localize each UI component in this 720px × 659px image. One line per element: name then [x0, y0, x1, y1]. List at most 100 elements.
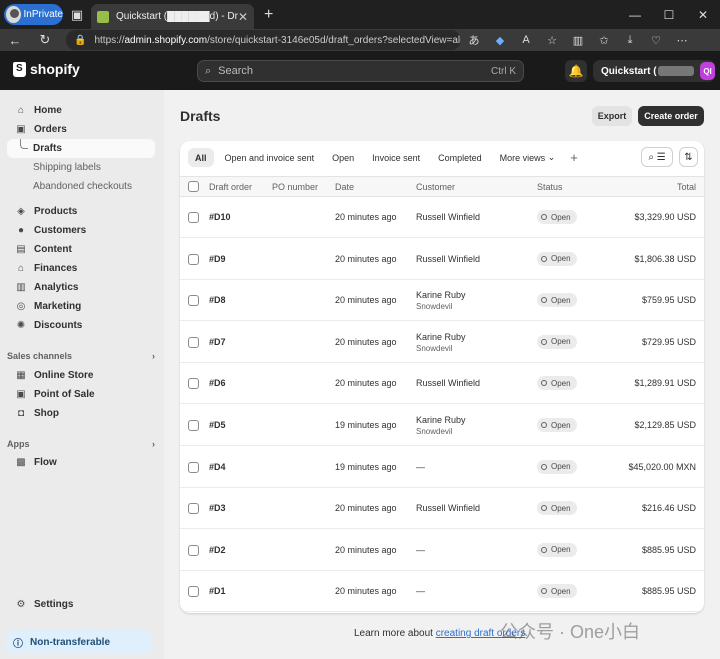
table-row[interactable]: #D6 20 minutes ago Russell Winfield Open $1,… — [180, 363, 704, 405]
url-field[interactable]: 🔒 https://admin.shopify.com/store/quicks… — [66, 30, 461, 50]
draft-date: 20 minutes ago — [335, 212, 397, 222]
inprivate-badge[interactable]: InPrivate — [4, 4, 63, 25]
sidebar-item-shipping-labels[interactable]: Shipping labels — [7, 158, 155, 177]
favorites-icon[interactable]: ✩ — [591, 34, 617, 47]
sidebar-item-products[interactable]: ◈ Products — [7, 202, 155, 221]
draft-order-id[interactable]: #D5 — [209, 420, 226, 430]
table-row[interactable]: #D8 20 minutes ago Karine Ruby Snowdevil Ope… — [180, 280, 704, 322]
table-row[interactable]: #D2 20 minutes ago — Open $885.95 USD — [180, 530, 704, 571]
col-date[interactable]: Date — [335, 182, 354, 192]
more-menu-icon[interactable]: ⋯ — [669, 34, 695, 47]
sidebar-label: Products — [34, 206, 78, 217]
sort-button[interactable]: ⇅ — [679, 147, 698, 167]
table-row[interactable]: #D5 19 minutes ago Karine Ruby Snowdevil Ope… — [180, 405, 704, 446]
favorite-star-icon[interactable]: ☆ — [539, 34, 565, 47]
draft-order-id[interactable]: #D6 — [209, 378, 226, 388]
tab-actions-icon[interactable]: ▣ — [63, 0, 91, 29]
sidebar-item-shop[interactable]: ◘ Shop — [7, 404, 155, 423]
non-transferable-banner[interactable]: ⓘ Non-transferable — [6, 630, 151, 654]
row-checkbox[interactable] — [188, 378, 199, 390]
close-window-icon[interactable]: ✕ — [686, 8, 720, 22]
sidebar-item-settings[interactable]: ⚙ Settings — [7, 595, 155, 614]
shopify-logo[interactable]: shopify — [13, 61, 80, 77]
sidebar-item-drafts[interactable]: Drafts — [7, 139, 155, 158]
sidebar-item-point-of-sale[interactable]: ▣ Point of Sale — [7, 385, 155, 404]
row-checkbox[interactable] — [188, 295, 199, 307]
tab-invoice-sent[interactable]: Invoice sent — [365, 148, 427, 167]
draft-order-id[interactable]: #D8 — [209, 295, 226, 305]
row-checkbox[interactable] — [188, 461, 199, 473]
tab-open[interactable]: Open — [325, 148, 361, 167]
row-checkbox[interactable] — [188, 253, 199, 265]
tab-completed[interactable]: Completed — [431, 148, 489, 167]
export-button[interactable]: Export — [592, 106, 632, 126]
row-checkbox[interactable] — [188, 420, 199, 431]
add-view-icon[interactable]: + — [570, 150, 578, 165]
row-checkbox[interactable] — [188, 212, 199, 223]
col-po-number[interactable]: PO number — [272, 182, 318, 192]
table-row[interactable]: #D4 19 minutes ago — Open $45,020.00 MXN — [180, 447, 704, 488]
shopping-tag-icon[interactable]: ◆ — [487, 34, 513, 47]
draft-order-id[interactable]: #D4 — [209, 462, 226, 472]
content-icon: ▤ — [16, 244, 26, 255]
table-row[interactable]: #D7 20 minutes ago Karine Ruby Snowdevil Ope… — [180, 322, 704, 363]
orders-icon: ▣ — [16, 124, 26, 135]
sidebar-item-content[interactable]: ▤ Content — [7, 240, 155, 259]
translate-icon[interactable]: あ — [461, 32, 487, 48]
draft-order-id[interactable]: #D9 — [209, 254, 226, 264]
downloads-icon[interactable]: ⤓ — [617, 34, 643, 47]
tab-all[interactable]: All — [188, 148, 214, 167]
search-filter-button[interactable]: ⌕ ☰ — [641, 147, 673, 167]
tab-more-views[interactable]: More views ⌄ — [493, 148, 563, 167]
notifications-bell-icon[interactable]: 🔔 — [565, 60, 587, 82]
browser-tab-active[interactable]: Quickstart (██████d) - Drafts · S ✕ — [91, 4, 254, 29]
draft-order-id[interactable]: #D10 — [209, 212, 231, 222]
minimize-icon[interactable]: — — [618, 8, 652, 22]
col-draft-order[interactable]: Draft order — [209, 182, 252, 192]
maximize-icon[interactable]: ☐ — [652, 8, 686, 22]
apps-header[interactable]: Apps › — [7, 439, 155, 449]
select-all-checkbox[interactable] — [188, 181, 199, 192]
sidebar-item-finances[interactable]: ⌂ Finances — [7, 259, 155, 278]
sidebar-item-flow[interactable]: ▩ Flow — [7, 453, 155, 472]
draft-order-id[interactable]: #D1 — [209, 586, 226, 596]
row-checkbox[interactable] — [188, 336, 199, 348]
sidebar-item-marketing[interactable]: ◎ Marketing — [7, 297, 155, 316]
col-total[interactable]: Total — [677, 182, 696, 192]
customer-name: Russell Winfield — [416, 503, 481, 514]
table-row[interactable]: #D9 20 minutes ago Russell Winfield Open $1,… — [180, 239, 704, 280]
draft-order-id[interactable]: #D3 — [209, 503, 226, 513]
new-tab-icon[interactable]: + — [264, 6, 273, 24]
table-row[interactable]: #D1 20 minutes ago — Open $885.95 USD — [180, 571, 704, 613]
sidebar-item-customers[interactable]: ● Customers — [7, 221, 155, 240]
col-status[interactable]: Status — [537, 182, 563, 192]
row-checkbox[interactable] — [188, 503, 199, 515]
sidebar-item-discounts[interactable]: ✺ Discounts — [7, 316, 155, 335]
close-tab-icon[interactable]: ✕ — [238, 10, 248, 24]
tab-open-and-invoice-sent[interactable]: Open and invoice sent — [218, 148, 322, 167]
table-row[interactable]: #D3 20 minutes ago Russell Winfield Open $21… — [180, 488, 704, 530]
row-checkbox[interactable] — [188, 544, 199, 556]
sidebar-item-home[interactable]: ⌂ Home — [7, 101, 155, 120]
read-aloud-icon[interactable]: A — [513, 34, 539, 46]
draft-order-id[interactable]: #D2 — [209, 545, 226, 555]
table-row[interactable]: #D10 20 minutes ago Russell Winfield Open $3… — [180, 197, 704, 238]
draft-order-id[interactable]: #D7 — [209, 337, 226, 347]
browser-essentials-icon[interactable]: ♡ — [643, 34, 669, 47]
sidebar-item-orders[interactable]: ▣ Orders — [7, 120, 155, 139]
store-switcher[interactable]: Quickstart ( QI — [593, 60, 715, 82]
refresh-icon[interactable]: ↻ — [30, 32, 60, 48]
url-path: /store/quickstart-3146e05d/draft_orders?… — [207, 34, 461, 46]
col-customer[interactable]: Customer — [416, 182, 455, 192]
sidebar-item-analytics[interactable]: ▥ Analytics — [7, 278, 155, 297]
create-order-button[interactable]: Create order — [638, 106, 704, 126]
search-input[interactable]: ⌕ Search Ctrl K — [197, 60, 524, 82]
lock-icon[interactable]: 🔒 — [74, 35, 86, 46]
sidebar-item-abandoned-checkouts[interactable]: Abandoned checkouts — [7, 177, 155, 196]
back-icon[interactable]: ← — [0, 33, 30, 48]
split-screen-icon[interactable]: ▥ — [565, 34, 591, 47]
sidebar-item-online-store[interactable]: ▦ Online Store — [7, 366, 155, 385]
row-checkbox[interactable] — [188, 586, 199, 598]
sales-channels-header[interactable]: Sales channels › — [7, 351, 155, 361]
info-icon: ⓘ — [13, 638, 23, 650]
